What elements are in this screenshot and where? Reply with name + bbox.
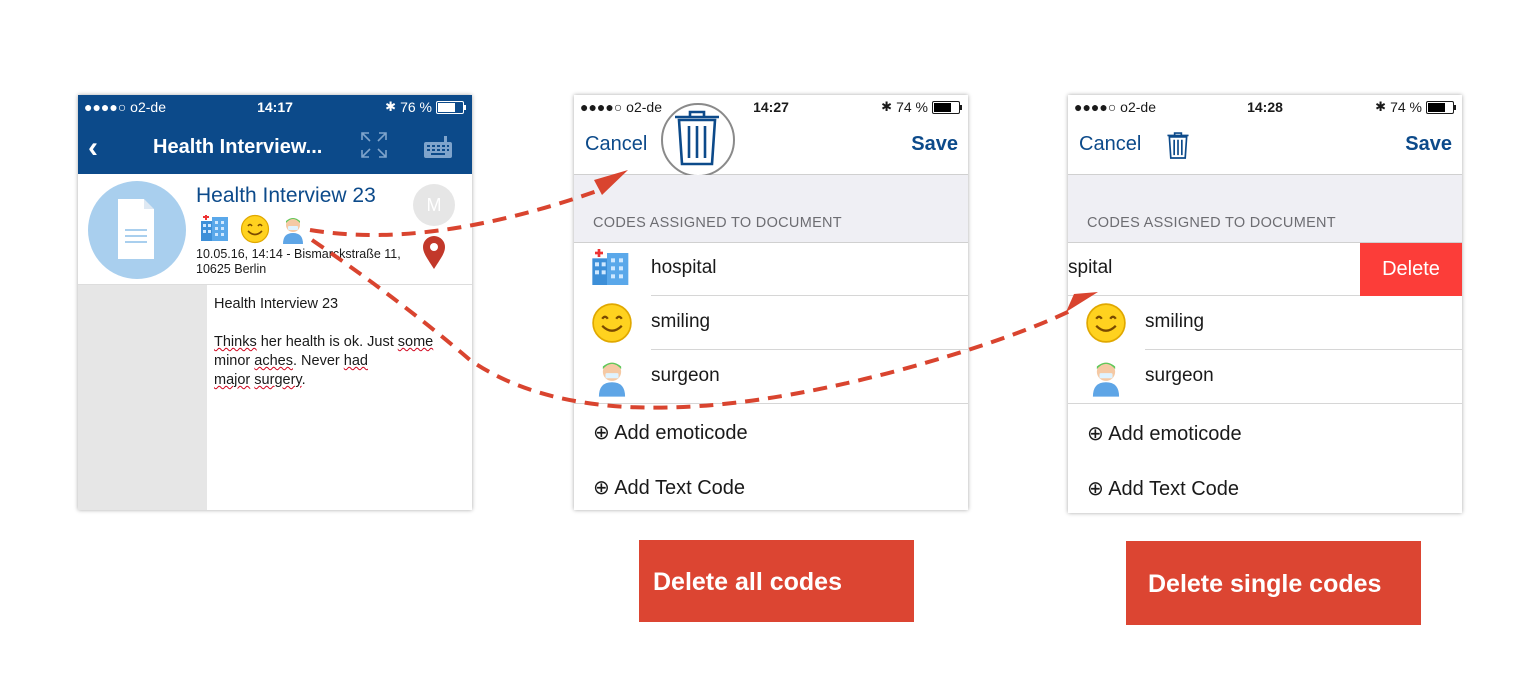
add-emoticode-button[interactable]: ⊕ Add emoticode [593, 420, 748, 445]
smiley-icon[interactable] [240, 214, 270, 244]
add-text-code-button[interactable]: ⊕ Add Text Code [1087, 476, 1239, 501]
codes-screen-delete-all: ●●●●○ o2-de 14:27 ✱ 74 % Cancel Save COD… [574, 95, 968, 510]
hospital-icon [592, 249, 629, 285]
battery-icon [1426, 100, 1456, 114]
smiley-icon [592, 303, 632, 343]
delete-button[interactable]: Delete [1360, 243, 1462, 296]
trash-icon [675, 110, 719, 166]
document-icon [88, 181, 186, 279]
bluetooth-icon: ✱ [385, 99, 397, 114]
battery-percent: 74 % [896, 99, 928, 115]
battery-icon [932, 100, 962, 114]
keyboard-icon[interactable] [424, 135, 452, 159]
list-item[interactable]: hospital [574, 242, 968, 296]
cancel-button[interactable]: Cancel [585, 133, 647, 156]
cancel-button[interactable]: Cancel [1079, 133, 1141, 156]
nav-bar: ●●●●○ o2-de 14:17 ✱ 76 % ‹ Health Interv… [78, 95, 472, 174]
document-header: Health Interview 23 10.05.16, 14:14 - Bi… [78, 174, 472, 285]
status-bar: ●●●●○ o2-de 14:28 ✱ 74 % [1068, 95, 1462, 119]
save-button[interactable]: Save [911, 133, 958, 156]
document-title: Health Interview 23 [196, 184, 376, 207]
caption-delete-single: Delete single codes [1126, 541, 1421, 625]
section-label: CODES ASSIGNED TO DOCUMENT [593, 215, 842, 231]
sidebar-panel [78, 285, 207, 510]
spell-word: surgery [254, 372, 302, 388]
trash-button-highlight[interactable] [661, 103, 735, 177]
spell-word: some [397, 334, 434, 350]
code-icons [200, 214, 306, 244]
divider [1068, 403, 1462, 404]
text-run: minor [214, 353, 255, 369]
caption-delete-all: Delete all codes [639, 540, 914, 622]
text-run: her health is ok. Just [256, 334, 398, 350]
bluetooth-icon: ✱ [881, 99, 893, 114]
status-bar: ●●●●○ o2-de 14:17 ✱ 76 % [78, 95, 472, 119]
list-item[interactable]: smiling [574, 296, 968, 350]
code-label: surgeon [1145, 365, 1214, 386]
add-text-code-button[interactable]: ⊕ Add Text Code [593, 475, 745, 500]
smiley-icon [1086, 303, 1126, 343]
spell-word: aches [254, 353, 293, 369]
battery: ✱ 76 % [385, 99, 466, 115]
back-button[interactable]: ‹ [88, 131, 98, 165]
expand-icon[interactable] [360, 131, 388, 159]
page-title: Health Interview... [153, 136, 323, 158]
nav-bar: Cancel Save [1068, 119, 1462, 175]
bluetooth-icon: ✱ [1375, 99, 1387, 114]
caption-text: Delete single codes [1148, 570, 1382, 598]
document-text[interactable]: Health Interview 23 Thinks her health is… [214, 295, 454, 390]
map-pin-icon[interactable] [423, 236, 445, 270]
section-header: CODES ASSIGNED TO DOCUMENT [1068, 175, 1462, 243]
battery: ✱ 74 % [881, 99, 962, 115]
add-emoticode-button[interactable]: ⊕ Add emoticode [1087, 421, 1242, 446]
surgeon-icon [1092, 362, 1120, 397]
spell-word: major [214, 372, 251, 388]
divider [574, 403, 968, 404]
caption-text: Delete all codes [653, 568, 842, 596]
avatar[interactable]: M [413, 184, 455, 226]
nav-bar: Cancel Save [574, 119, 968, 175]
battery-percent: 74 % [1390, 99, 1422, 115]
list-item[interactable]: smiling [1068, 296, 1462, 350]
body-paragraph: Thinks her health is ok. Just some minor… [214, 333, 454, 390]
spell-word: had [343, 353, 368, 369]
status-bar: ●●●●○ o2-de 14:27 ✱ 74 % [574, 95, 968, 119]
codes-screen-delete-single: ●●●●○ o2-de 14:28 ✱ 74 % Cancel Save COD… [1068, 95, 1462, 513]
spell-word: Thinks [214, 334, 257, 350]
list-item[interactable]: surgeon [1068, 350, 1462, 404]
battery-percent: 76 % [400, 99, 432, 115]
list-item[interactable]: surgeon [574, 350, 968, 404]
text-run: . Never [293, 353, 344, 369]
document-meta: 10.05.16, 14:14 - Bismarckstraße 11, 106… [196, 247, 401, 276]
section-header: CODES ASSIGNED TO DOCUMENT [574, 175, 968, 243]
body-title: Health Interview 23 [214, 296, 339, 312]
trash-icon[interactable] [1166, 131, 1190, 161]
code-label: smiling [1145, 311, 1205, 332]
surgeon-icon [598, 362, 626, 397]
code-label: hospital [651, 257, 717, 278]
document-editor-screen: ●●●●○ o2-de 14:17 ✱ 76 % ‹ Health Interv… [78, 95, 472, 510]
section-label: CODES ASSIGNED TO DOCUMENT [1087, 215, 1336, 231]
battery: ✱ 74 % [1375, 99, 1456, 115]
save-button[interactable]: Save [1405, 133, 1452, 156]
code-label: smiling [651, 311, 711, 332]
text-run: . [301, 372, 306, 388]
surgeon-icon[interactable] [280, 214, 306, 244]
battery-icon [436, 100, 466, 114]
hospital-icon[interactable] [200, 215, 230, 243]
code-label: spital [1068, 257, 1113, 278]
code-label: surgeon [651, 365, 720, 386]
